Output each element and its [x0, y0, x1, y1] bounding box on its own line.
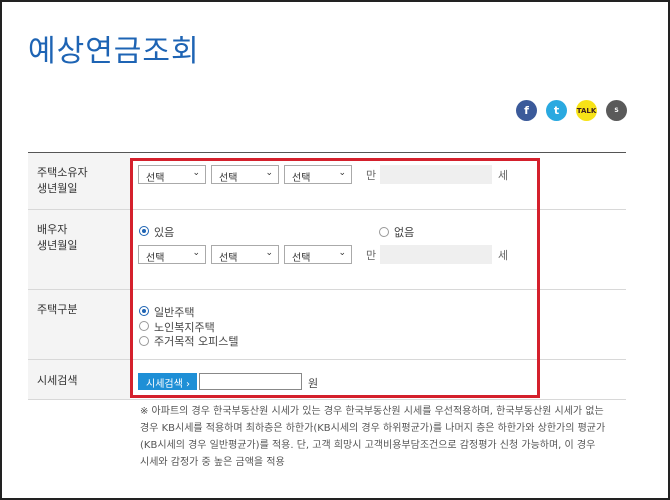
price-note-line1: ※ 아파트의 경우 한국부동산원 시세가 있는 경우 한국부동산원 시세를 우선…	[140, 406, 604, 417]
social-share-bar: f t TALK S	[516, 100, 627, 121]
owner-birth-label-line2: 생년월일	[37, 182, 78, 195]
twitter-icon[interactable]: t	[546, 100, 567, 121]
kakaostory-icon[interactable]: S	[606, 100, 627, 121]
facebook-icon[interactable]: f	[516, 100, 537, 121]
spouse-birth-label-line1: 배우자	[37, 223, 68, 236]
page-title: 예상연금조회	[28, 34, 200, 69]
spouse-birth-label: 배우자 생년월일	[28, 210, 130, 289]
price-search-label: 시세검색	[28, 360, 130, 399]
owner-birth-label-line1: 주택소유자	[37, 166, 88, 179]
owner-birth-label: 주택소유자 생년월일	[28, 153, 130, 209]
price-note-line4: 시세와 감정가 중 높은 금액을 적용	[140, 457, 285, 468]
price-note-line2: 경우 KB시세를 적용하며 최하층은 하한가(KB시세의 경우 하위평균가)를 …	[140, 423, 606, 434]
kakaotalk-icon[interactable]: TALK	[576, 100, 597, 121]
house-type-label: 주택구분	[28, 290, 130, 359]
highlight-box	[130, 158, 540, 398]
price-note-line3: (KB시세의 경우 일반평균가)를 적용. 단, 고객 희망시 고객비용부담조건…	[140, 440, 596, 451]
price-note: ※ 아파트의 경우 한국부동산원 시세가 있는 경우 한국부동산원 시세를 우선…	[140, 403, 618, 471]
spouse-birth-label-line2: 생년월일	[37, 239, 78, 252]
